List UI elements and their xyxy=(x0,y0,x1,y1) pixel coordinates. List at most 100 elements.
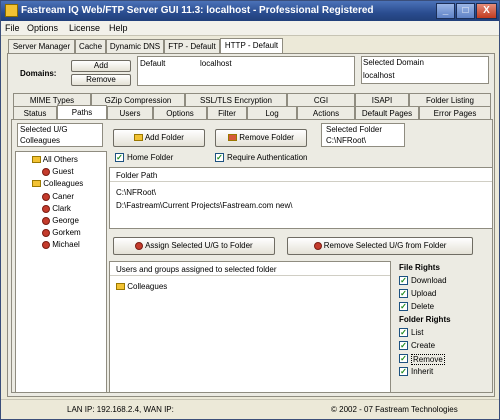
menu-bar: File Options License Help xyxy=(1,21,499,36)
inherit-label: Inherit xyxy=(411,367,434,376)
remove-folder-label: Remove Folder xyxy=(239,133,294,142)
remove-checkbox[interactable]: ✓ xyxy=(399,354,408,363)
tree-node-caner[interactable]: Caner xyxy=(42,192,74,201)
user-icon xyxy=(42,216,50,225)
home-folder-label: Home Folder xyxy=(127,153,174,162)
menu-license[interactable]: License xyxy=(69,22,100,35)
assigned-users-list[interactable]: Users and groups assigned to selected fo… xyxy=(109,261,391,393)
remove-label: Remove xyxy=(411,354,445,365)
maximize-button[interactable]: □ xyxy=(456,3,475,19)
tab-folder-listing[interactable]: Folder Listing xyxy=(409,93,491,107)
close-button[interactable]: X xyxy=(476,3,497,19)
group-folder-icon xyxy=(32,180,41,188)
selected-ug-box: Selected U/G Colleagues xyxy=(17,123,103,147)
tree-label-michael: Michael xyxy=(52,240,80,249)
create-checkbox[interactable]: ✓ xyxy=(399,341,408,350)
assigned-users-header: Users and groups assigned to selected fo… xyxy=(110,262,390,276)
folder-path-header: Folder Path xyxy=(110,168,492,182)
download-label: Download xyxy=(411,276,447,285)
require-auth-checkbox[interactable]: ✓ xyxy=(215,153,224,162)
tab-default-pages[interactable]: Default Pages xyxy=(355,106,419,120)
assign-ug-button[interactable]: Assign Selected U/G to Folder xyxy=(113,237,275,255)
window-title: Fastream IQ Web/FTP Server GUI 11.3: loc… xyxy=(21,5,374,16)
status-bar: LAN IP: 192.168.2.4, WAN IP: © 2002 - 07… xyxy=(1,399,499,419)
tab-ftp-default[interactable]: FTP - Default xyxy=(164,39,220,53)
folder-path-item[interactable]: D:\Fastream\Current Projects\Fastream.co… xyxy=(116,201,293,210)
app-icon xyxy=(5,4,18,17)
tree-label-clark: Clark xyxy=(52,204,71,213)
remove-ug-button[interactable]: Remove Selected U/G from Folder xyxy=(287,237,473,255)
folder-rights-title: Folder Rights xyxy=(399,315,451,324)
tree-node-guest[interactable]: Guest xyxy=(42,167,74,176)
selected-domain-value: localhost xyxy=(363,71,395,80)
tree-label-gorkem: Gorkem xyxy=(52,228,81,237)
list-label: List xyxy=(411,328,424,337)
tab-status[interactable]: Status xyxy=(13,106,57,120)
user-icon xyxy=(42,204,50,213)
add-domain-button[interactable]: Add xyxy=(71,60,131,72)
tab-paths[interactable]: Paths xyxy=(57,105,107,120)
user-icon xyxy=(42,228,50,237)
tree-node-clark[interactable]: Clark xyxy=(42,204,71,213)
user-icon xyxy=(42,167,50,176)
selected-ug-value: Colleagues xyxy=(20,136,61,145)
remove-folder-icon xyxy=(228,134,238,142)
tree-label-all-others: All Others xyxy=(42,155,78,164)
tab-cache[interactable]: Cache xyxy=(75,39,106,53)
domain-list-host: localhost xyxy=(200,59,232,68)
domains-label: Domains: xyxy=(20,69,57,78)
tree-node-gorkem[interactable]: Gorkem xyxy=(42,228,81,237)
main-window: Fastream IQ Web/FTP Server GUI 11.3: loc… xyxy=(0,0,500,420)
tree-node-all-others[interactable]: All Others xyxy=(32,155,78,164)
list-checkbox[interactable]: ✓ xyxy=(399,328,408,337)
assigned-item-label: Colleagues xyxy=(127,282,168,291)
minimize-button[interactable]: _ xyxy=(436,3,455,19)
title-bar[interactable]: Fastream IQ Web/FTP Server GUI 11.3: loc… xyxy=(1,1,499,21)
tab-options[interactable]: Options xyxy=(153,106,207,120)
remove-domain-button[interactable]: Remove xyxy=(71,74,131,86)
tab-http-default[interactable]: HTTP - Default xyxy=(220,38,283,53)
remove-folder-button[interactable]: Remove Folder xyxy=(215,129,307,147)
tab-dynamic-dns[interactable]: Dynamic DNS xyxy=(106,39,164,53)
inherit-checkbox[interactable]: ✓ xyxy=(399,367,408,376)
tab-ssl-tls[interactable]: SSL/TLS Encryption xyxy=(185,93,287,107)
menu-options[interactable]: Options xyxy=(27,22,58,35)
tab-filter[interactable]: Filter xyxy=(207,106,247,120)
tab-log[interactable]: Log xyxy=(247,106,297,120)
add-folder-icon xyxy=(134,134,144,142)
delete-label: Delete xyxy=(411,302,435,311)
selected-domain-label: Selected Domain xyxy=(363,58,424,67)
menu-file[interactable]: File xyxy=(5,22,20,35)
tab-cgi[interactable]: CGI xyxy=(287,93,355,107)
remove-ug-label: Remove Selected U/G from Folder xyxy=(323,241,447,250)
remove-user-icon xyxy=(313,241,322,250)
home-folder-checkbox[interactable]: ✓ xyxy=(115,153,124,162)
group-folder-icon xyxy=(116,283,125,291)
delete-checkbox[interactable]: ✓ xyxy=(399,302,408,311)
upload-label: Upload xyxy=(411,289,437,298)
upload-checkbox[interactable]: ✓ xyxy=(399,289,408,298)
add-folder-label: Add Folder xyxy=(144,133,184,142)
folder-path-header-label: Folder Path xyxy=(116,171,158,180)
selected-folder-label: Selected Folder xyxy=(326,125,383,134)
user-group-tree[interactable]: All Others Guest Colleagues Caner Clark … xyxy=(15,151,107,393)
tree-label-colleagues: Colleagues xyxy=(43,179,84,188)
assign-ug-label: Assign Selected U/G to Folder xyxy=(145,241,253,250)
tree-label-caner: Caner xyxy=(52,192,75,201)
folder-path-list[interactable]: Folder Path C:\NFRoot\ D:\Fastream\Curre… xyxy=(109,167,493,229)
domains-list[interactable]: Default localhost xyxy=(137,56,355,86)
tab-users[interactable]: Users xyxy=(107,106,153,120)
folder-path-item[interactable]: C:\NFRoot\ xyxy=(116,188,156,197)
tree-node-colleagues[interactable]: Colleagues xyxy=(32,179,83,188)
tree-node-george[interactable]: George xyxy=(42,216,79,225)
download-checkbox[interactable]: ✓ xyxy=(399,276,408,285)
domain-list-name: Default xyxy=(140,59,166,68)
tab-server-manager[interactable]: Server Manager xyxy=(8,39,75,53)
add-folder-button[interactable]: Add Folder xyxy=(113,129,205,147)
tree-node-michael[interactable]: Michael xyxy=(42,240,80,249)
assigned-item[interactable]: Colleagues xyxy=(116,282,167,291)
tab-error-pages[interactable]: Error Pages xyxy=(419,106,491,120)
tab-isapi[interactable]: ISAPI xyxy=(355,93,409,107)
menu-help[interactable]: Help xyxy=(109,22,128,35)
tab-actions[interactable]: Actions xyxy=(297,106,355,120)
